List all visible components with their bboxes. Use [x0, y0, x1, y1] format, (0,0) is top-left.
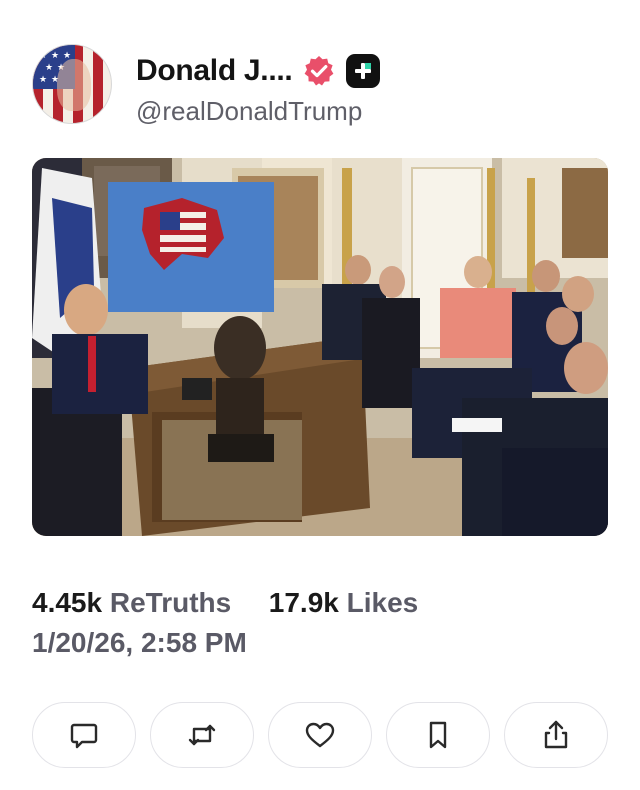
post-action-bar	[32, 702, 608, 768]
speech-bubble-icon	[70, 723, 98, 749]
post-stats: 4.45k ReTruths 17.9k Likes	[32, 587, 418, 619]
retruth-button[interactable]	[150, 702, 254, 768]
plus-badge-icon	[346, 54, 381, 88]
share-upload-icon	[544, 720, 568, 749]
reply-button[interactable]	[32, 702, 136, 768]
heart-icon	[305, 722, 335, 748]
author-handle[interactable]: @realDonaldTrump	[136, 96, 362, 127]
author-display-name[interactable]: Donald J....	[136, 54, 293, 88]
retruths-count[interactable]: 4.45k	[32, 587, 102, 618]
bookmark-icon	[429, 721, 447, 749]
likes-label[interactable]: Likes	[347, 587, 419, 618]
avatar-face	[57, 59, 91, 111]
post-image[interactable]	[32, 158, 608, 536]
oval-office-meeting-photo	[32, 158, 608, 536]
repost-arrows-icon	[188, 724, 216, 746]
likes-count[interactable]: 17.9k	[269, 587, 339, 618]
author-name-row: Donald J....	[136, 54, 381, 88]
bookmark-button[interactable]	[386, 702, 490, 768]
like-button[interactable]	[268, 702, 372, 768]
avatar[interactable]: ★ ★ ★ ★ ★ ★ ★	[32, 44, 112, 124]
verified-badge-icon	[305, 56, 334, 86]
post-timestamp: 1/20/26, 2:58 PM	[32, 627, 247, 658]
retruths-label[interactable]: ReTruths	[110, 587, 231, 618]
share-button[interactable]	[504, 702, 608, 768]
post-header: ★ ★ ★ ★ ★ ★ ★ Donald J.... @realDonaldTr…	[32, 44, 612, 128]
